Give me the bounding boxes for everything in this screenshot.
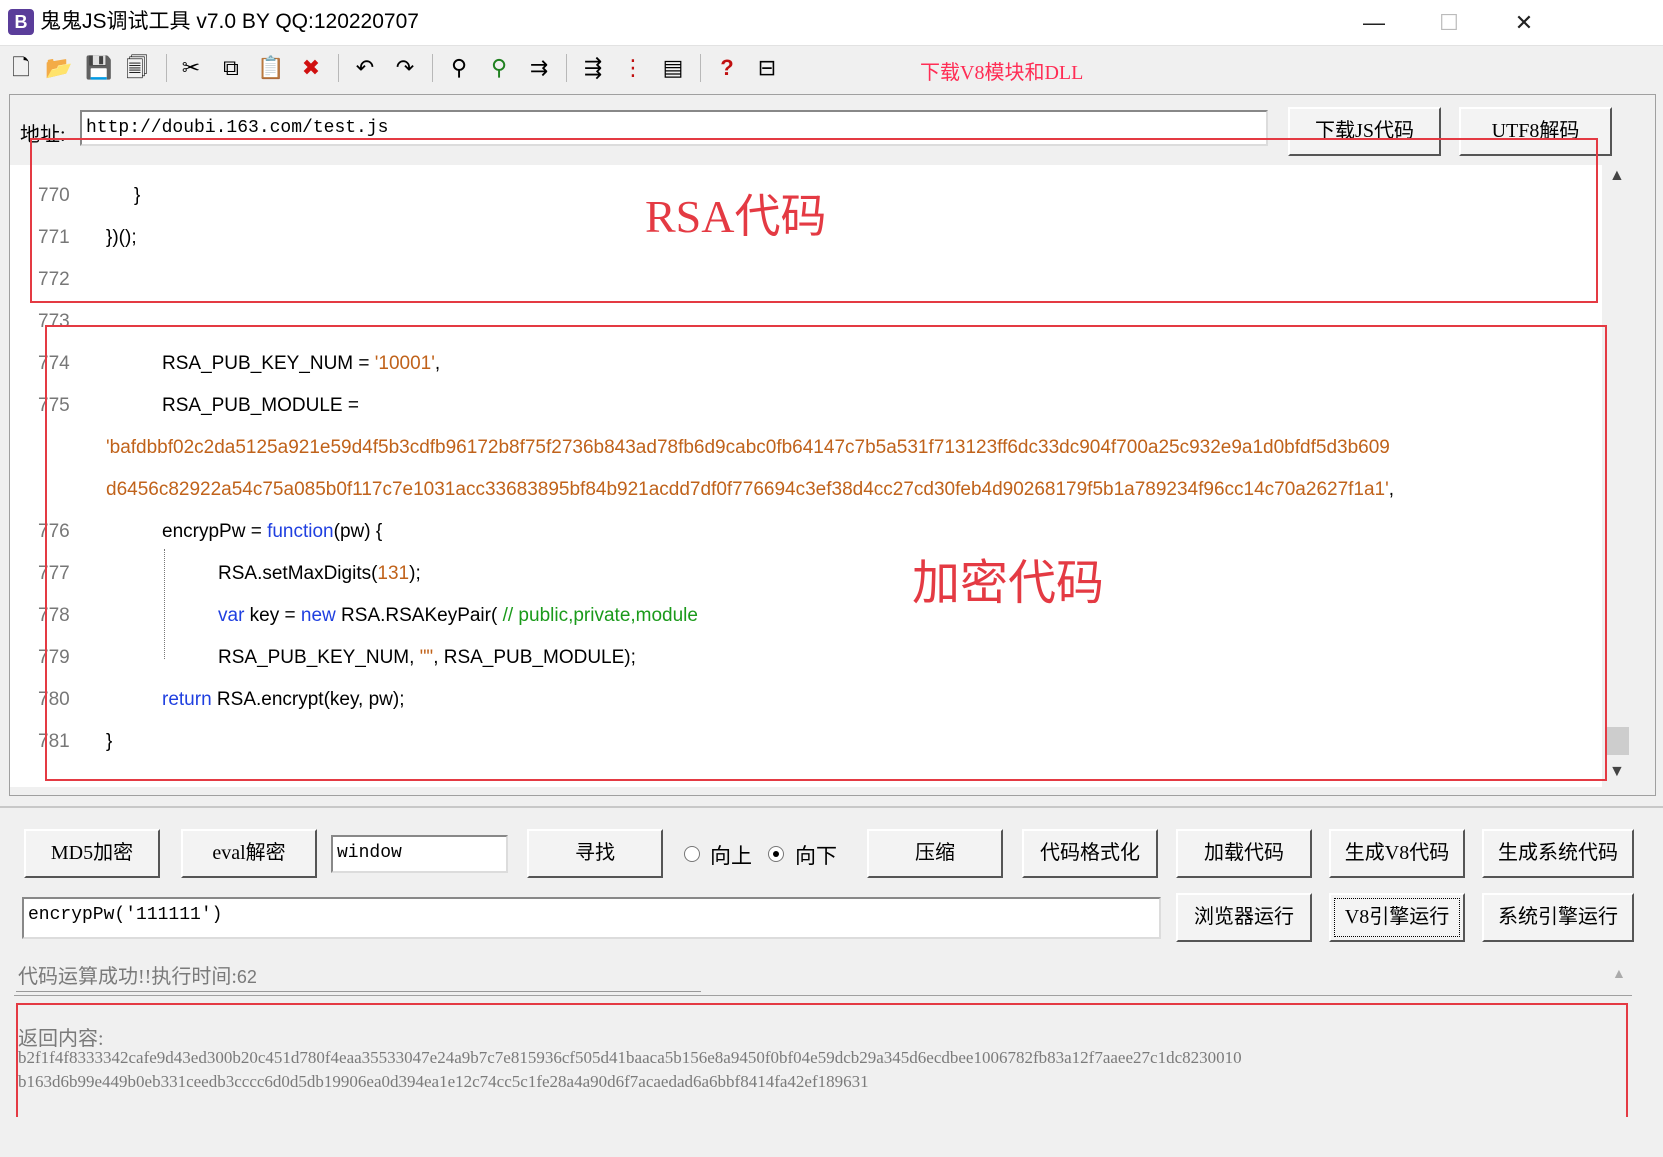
download-v8-link[interactable]: 下载V8模块和DLL — [920, 56, 1083, 85]
new-file-icon[interactable]: 🗋 — [6, 53, 36, 83]
system-run-button[interactable]: 系统引擎运行 — [1482, 893, 1634, 942]
radio-up-label: 向上 — [710, 845, 752, 868]
run-expression-input[interactable]: encrypPw('111111') — [22, 897, 1161, 939]
delete-icon[interactable]: ✖ — [296, 53, 326, 83]
redo-icon[interactable]: ↷ — [390, 53, 420, 83]
copy-icon[interactable]: ⧉ — [216, 53, 246, 83]
generate-system-button[interactable]: 生成系统代码 — [1482, 829, 1634, 878]
undo-icon[interactable]: ↶ — [350, 53, 380, 83]
toolbar: 🗋 📂 💾 🗐 ✂ ⧉ 📋 ✖ ↶ ↷ ⚲ ⚲ ⇉ ⇶ ⋮ ▤ ? ⊟ 下载V8… — [0, 46, 1663, 92]
encrypt-code-note: 加密代码 — [912, 557, 1105, 610]
close-button[interactable]: ✕ — [1487, 0, 1561, 45]
paste-icon[interactable]: 📋 — [256, 53, 286, 83]
minimize-button[interactable]: — — [1337, 0, 1411, 45]
browser-run-button[interactable]: 浏览器运行 — [1176, 893, 1312, 942]
output-scroll-up-icon[interactable]: ▲ — [1612, 965, 1626, 981]
load-code-button[interactable]: 加载代码 — [1176, 829, 1312, 878]
status-underline — [16, 991, 701, 992]
find-button[interactable]: 寻找 — [527, 829, 663, 878]
encrypt-code-highlight — [45, 325, 1607, 781]
window-title: 鬼鬼JS调试工具 v7.0 BY QQ:120220707 — [40, 10, 419, 33]
toolbar-separator — [166, 54, 167, 82]
save-icon[interactable]: 💾 — [84, 53, 114, 83]
cut-icon[interactable]: ✂ — [176, 53, 206, 83]
replace-icon[interactable]: ⇉ — [524, 53, 554, 83]
eval-input[interactable]: window — [331, 835, 508, 873]
indent-icon[interactable]: ⇶ — [578, 53, 608, 83]
editor-scrollbar[interactable]: ▲ ▼ — [1603, 165, 1633, 787]
scrollbar-thumb[interactable] — [1607, 727, 1629, 755]
toolbar-separator — [700, 54, 701, 82]
run-status: 代码运算成功!!执行时间:62 — [18, 966, 257, 988]
radio-down-label: 向下 — [795, 845, 837, 868]
panel-icon[interactable]: ⊟ — [752, 53, 782, 83]
format-code-button[interactable]: 代码格式化 — [1022, 829, 1158, 878]
find-icon[interactable]: ⚲ — [444, 53, 474, 83]
radio-down[interactable] — [768, 846, 784, 862]
generate-v8-button[interactable]: 生成V8代码 — [1329, 829, 1465, 878]
v8-run-button[interactable]: V8引擎运行 — [1329, 893, 1465, 942]
eval-decode-button[interactable]: eval解密 — [181, 829, 317, 878]
numbering-icon[interactable]: ⋮ — [618, 53, 648, 83]
open-folder-icon[interactable]: 📂 — [44, 53, 74, 83]
radio-up[interactable] — [684, 846, 700, 862]
compress-button[interactable]: 压缩 — [867, 829, 1003, 878]
help-cursor-icon[interactable]: ? — [712, 53, 742, 83]
scroll-down-icon[interactable]: ▼ — [1609, 763, 1625, 781]
maximize-button[interactable]: ☐ — [1412, 0, 1486, 45]
app-icon: B — [8, 9, 34, 35]
title-bar: B 鬼鬼JS调试工具 v7.0 BY QQ:120220707 — ☐ ✕ — [0, 0, 1663, 46]
window-icon[interactable]: ▤ — [658, 53, 688, 83]
md5-button[interactable]: MD5加密 — [24, 829, 160, 878]
toolbar-separator — [432, 54, 433, 82]
find-next-icon[interactable]: ⚲ — [484, 53, 514, 83]
panel-divider — [0, 806, 1663, 808]
toolbar-separator — [338, 54, 339, 82]
scroll-up-icon[interactable]: ▲ — [1609, 167, 1625, 185]
save-all-icon[interactable]: 🗐 — [122, 53, 152, 83]
rsa-code-note: RSA代码 — [645, 191, 827, 242]
return-content-highlight — [16, 1003, 1628, 1117]
toolbar-separator — [566, 54, 567, 82]
